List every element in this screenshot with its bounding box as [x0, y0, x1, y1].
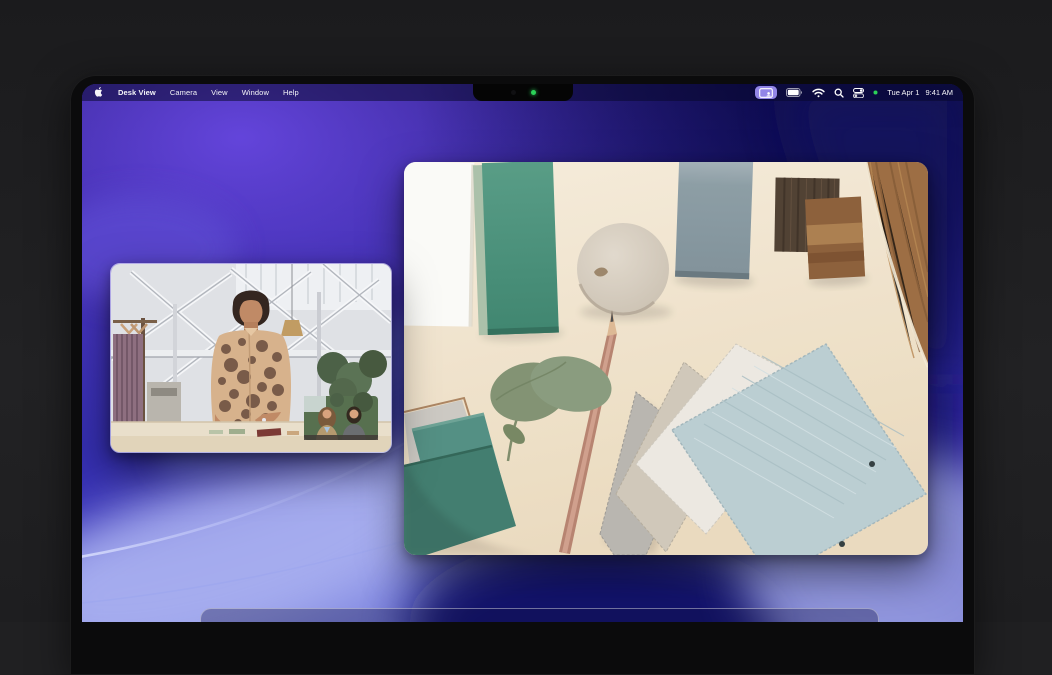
wifi-icon[interactable]: [812, 88, 825, 98]
apple-logo-icon[interactable]: [92, 87, 111, 98]
webcam-active-indicator: [531, 90, 536, 95]
photo-background: Desk View Camera View Window Help: [0, 0, 1052, 622]
screen: Desk View Camera View Window Help: [82, 84, 963, 622]
macbook-display-frame: Desk View Camera View Window Help: [70, 75, 975, 675]
camera-active-dot: [873, 90, 878, 95]
menu-view[interactable]: View: [204, 88, 235, 97]
desk-view-window[interactable]: [404, 162, 928, 555]
battery-icon[interactable]: [786, 88, 803, 97]
menu-bar-date: Tue Apr 1: [887, 88, 919, 97]
display-notch: [473, 84, 573, 101]
menu-bar-left: Desk View Camera View Window Help: [82, 87, 306, 98]
spotlight-icon[interactable]: [834, 88, 844, 98]
menu-help[interactable]: Help: [276, 88, 306, 97]
menu-camera[interactable]: Camera: [163, 88, 204, 97]
menu-bar-clock[interactable]: Tue Apr 1 9:41 AM: [887, 88, 953, 97]
control-center-icon[interactable]: [853, 88, 864, 98]
menu-bar-status: Tue Apr 1 9:41 AM: [755, 86, 963, 99]
bottom-window-edge[interactable]: [200, 608, 879, 622]
video-call-window[interactable]: [110, 263, 392, 453]
continuity-camera-icon[interactable]: [755, 86, 777, 99]
pip-participants[interactable]: [304, 392, 378, 440]
menu-app-desk-view[interactable]: Desk View: [111, 88, 163, 97]
webcam-lens: [511, 90, 516, 95]
menu-window[interactable]: Window: [235, 88, 276, 97]
menu-bar-time: 9:41 AM: [925, 88, 953, 97]
